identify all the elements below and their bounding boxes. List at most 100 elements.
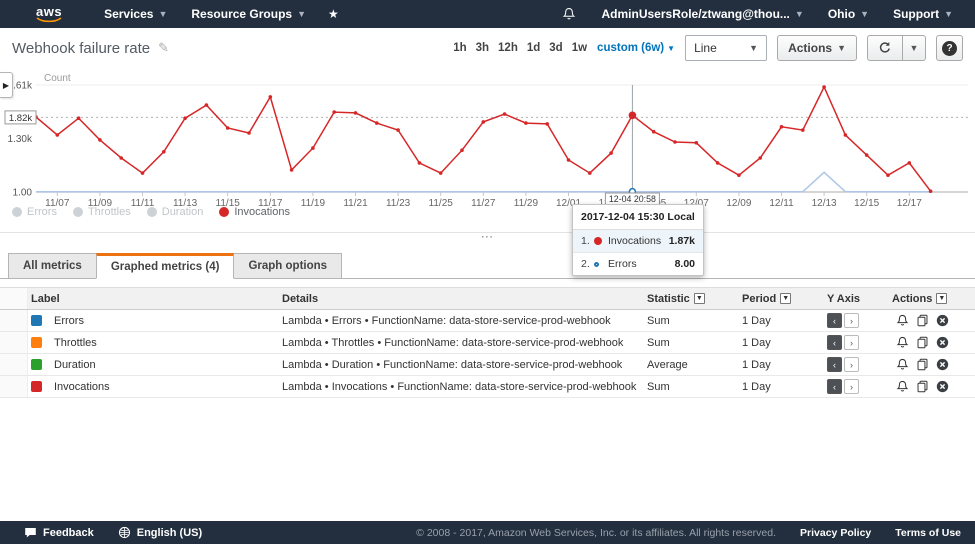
metric-period[interactable]: 1 Day (738, 359, 823, 371)
tooltip-series-value: 1.87k (669, 235, 695, 247)
chevron-down-icon: ▼ (910, 43, 919, 53)
svg-text:12-04 20:58: 12-04 20:58 (609, 194, 656, 204)
metric-statistic[interactable]: Sum (643, 315, 738, 327)
terms-of-use-link[interactable]: Terms of Use (895, 527, 961, 539)
refresh-button[interactable] (867, 35, 903, 61)
graphed-metrics-table: Label Details Statistic▼ Period▼ Y Axis … (0, 287, 975, 398)
feedback-bubble-icon (24, 526, 37, 539)
tab-all-metrics[interactable]: All metrics (8, 253, 96, 279)
edit-all-period-icon[interactable]: ▼ (780, 293, 791, 304)
pin-icon[interactable]: ★ (318, 7, 349, 21)
tab-graph-options[interactable]: Graph options (234, 253, 342, 279)
remove-metric-icon[interactable] (936, 380, 949, 393)
edit-all-statistic-icon[interactable]: ▼ (694, 293, 705, 304)
y-axis-left-button[interactable]: ‹ (827, 379, 842, 394)
svg-text:12/09: 12/09 (726, 198, 751, 209)
legend-dot-icon (147, 207, 157, 217)
time-range-12h[interactable]: 12h (498, 42, 518, 54)
y-axis-left-button[interactable]: ‹ (827, 357, 842, 372)
metric-color-swatch[interactable] (31, 315, 42, 326)
metric-statistic[interactable]: Average (643, 359, 738, 371)
duplicate-icon[interactable] (916, 336, 929, 349)
feedback-button[interactable]: Feedback (24, 526, 94, 539)
account-menu[interactable]: AdminUsersRole/ztwang@thou... ▼ (590, 0, 816, 28)
chevron-down-icon: ▼ (944, 9, 953, 19)
svg-text:12/15: 12/15 (854, 198, 879, 209)
metric-row-invocations[interactable]: InvocationsLambda • Invocations • Functi… (0, 376, 975, 398)
metric-row-duration[interactable]: DurationLambda • Duration • FunctionName… (0, 354, 975, 376)
remove-metric-icon[interactable] (936, 336, 949, 349)
page-title: Webhook failure rate (12, 40, 150, 57)
metric-color-swatch[interactable] (31, 337, 42, 348)
duplicate-icon[interactable] (916, 380, 929, 393)
column-header-statistic: Statistic▼ (643, 293, 738, 305)
chevron-down-icon: ▼ (795, 9, 804, 19)
aws-logo[interactable]: aws (36, 6, 62, 23)
y-axis-right-button[interactable]: › (844, 335, 859, 350)
y-axis-left-button[interactable]: ‹ (827, 335, 842, 350)
y-axis-right-button[interactable]: › (844, 313, 859, 328)
time-range-3d[interactable]: 3d (549, 42, 562, 54)
privacy-policy-link[interactable]: Privacy Policy (800, 527, 871, 539)
legend-item-errors[interactable]: Errors (12, 206, 57, 218)
legend-item-duration[interactable]: Duration (147, 206, 204, 218)
time-range-1d[interactable]: 1d (527, 42, 540, 54)
metric-actions (888, 336, 975, 349)
metric-y-axis: ‹› (823, 379, 888, 394)
metric-period[interactable]: 1 Day (738, 337, 823, 349)
panel-resize-handle[interactable]: ⋯ (0, 231, 975, 243)
refresh-split-button: ▼ (867, 35, 926, 61)
y-axis-left-button[interactable]: ‹ (827, 313, 842, 328)
chart-type-value: Line (694, 41, 717, 55)
metric-actions (888, 314, 975, 327)
metric-color-swatch[interactable] (31, 381, 42, 392)
svg-text:12/13: 12/13 (812, 198, 837, 209)
resource-groups-menu[interactable]: Resource Groups ▼ (179, 0, 318, 28)
metric-period[interactable]: 1 Day (738, 381, 823, 393)
svg-text:11/29: 11/29 (514, 198, 539, 209)
time-range-1w[interactable]: 1w (572, 42, 587, 54)
time-range-1h[interactable]: 1h (453, 42, 466, 54)
metric-period[interactable]: 1 Day (738, 315, 823, 327)
notifications-bell-icon[interactable] (548, 7, 590, 21)
metric-statistic[interactable]: Sum (643, 381, 738, 393)
metric-actions (888, 380, 975, 393)
column-header-actions: Actions▼ (888, 293, 975, 305)
help-button[interactable]: ? (936, 35, 963, 61)
services-menu[interactable]: Services ▼ (92, 0, 179, 28)
series-marker-icon (594, 262, 599, 267)
expand-panel-handle[interactable]: ▶ (0, 72, 13, 98)
alarm-bell-icon[interactable] (896, 358, 909, 371)
remove-metric-icon[interactable] (936, 358, 949, 371)
metric-details: Lambda • Invocations • FunctionName: dat… (278, 381, 643, 393)
remove-metric-icon[interactable] (936, 314, 949, 327)
tooltip-row-invocations: 1.Invocations1.87k (573, 230, 703, 253)
y-axis-right-button[interactable]: › (844, 357, 859, 372)
metric-color-swatch[interactable] (31, 359, 42, 370)
edit-title-pencil-icon[interactable]: ✎ (158, 40, 169, 56)
copyright-text: © 2008 - 2017, Amazon Web Services, Inc.… (416, 527, 776, 539)
legend-item-invocations[interactable]: Invocations (219, 206, 290, 218)
metric-statistic[interactable]: Sum (643, 337, 738, 349)
time-range-3h[interactable]: 3h (476, 42, 489, 54)
chevron-down-icon: ▼ (667, 44, 675, 53)
legend-item-throttles[interactable]: Throttles (73, 206, 131, 218)
y-axis-right-button[interactable]: › (844, 379, 859, 394)
metric-row-errors[interactable]: ErrorsLambda • Errors • FunctionName: da… (0, 310, 975, 332)
tab-graphed-metrics-4[interactable]: Graphed metrics (4) (96, 253, 235, 279)
language-selector[interactable]: English (US) (118, 526, 202, 539)
alarm-bell-icon[interactable] (896, 380, 909, 393)
edit-all-actions-icon[interactable]: ▼ (936, 293, 947, 304)
metric-row-throttles[interactable]: ThrottlesLambda • Throttles • FunctionNa… (0, 332, 975, 354)
chart-type-select[interactable]: Line ▼ (685, 35, 767, 61)
support-menu[interactable]: Support ▼ (881, 0, 965, 28)
region-menu[interactable]: Ohio ▼ (816, 0, 881, 28)
duplicate-icon[interactable] (916, 358, 929, 371)
metric-label: Throttles (54, 337, 97, 349)
actions-button[interactable]: Actions ▼ (777, 35, 857, 61)
refresh-options-button[interactable]: ▼ (903, 35, 926, 61)
alarm-bell-icon[interactable] (896, 336, 909, 349)
alarm-bell-icon[interactable] (896, 314, 909, 327)
duplicate-icon[interactable] (916, 314, 929, 327)
custom-time-range-button[interactable]: custom (6w) ▼ (597, 42, 675, 54)
